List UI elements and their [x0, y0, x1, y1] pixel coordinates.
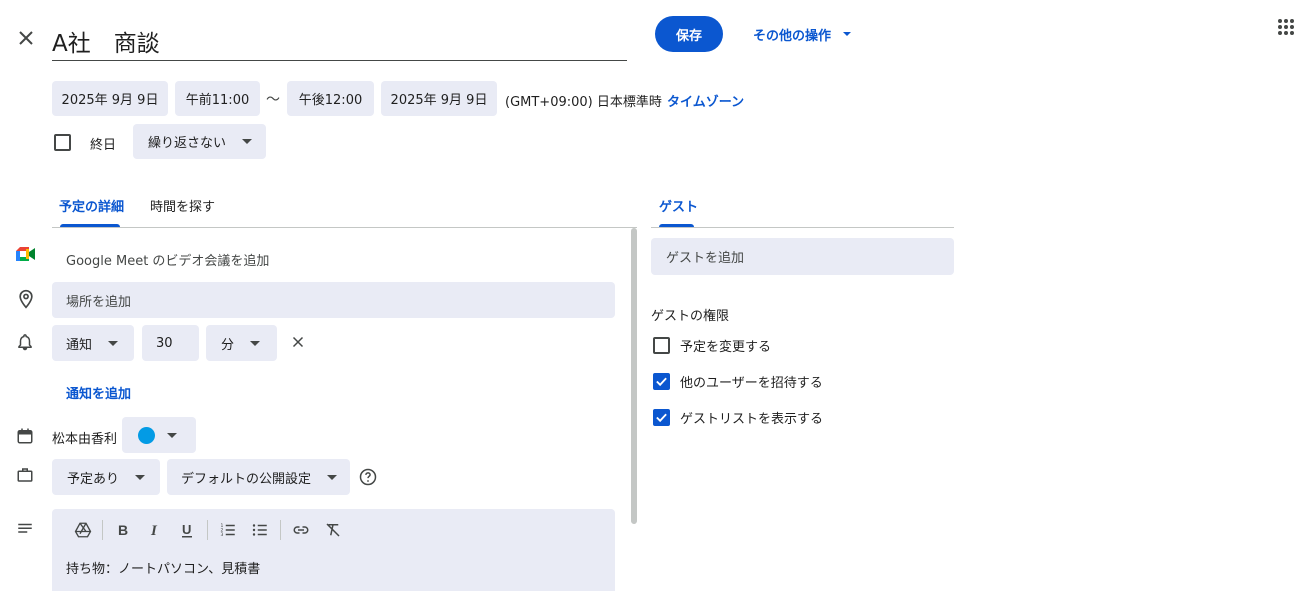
notification-amount-value: 30	[156, 335, 173, 351]
start-time-text: 午前11:00	[185, 93, 250, 108]
chevron-down-icon	[242, 139, 253, 144]
all-day-checkbox[interactable]	[54, 134, 71, 151]
add-notification-link[interactable]: 通知を追加	[66, 383, 131, 402]
notification-unit-dropdown[interactable]: 分	[206, 325, 277, 361]
start-date-field[interactable]: 2025年 9月 9日	[52, 81, 168, 116]
apps-grid-icon[interactable]	[1276, 17, 1296, 37]
event-title-input[interactable]: A社 商談	[52, 22, 627, 61]
clear-formatting-icon[interactable]	[321, 518, 345, 542]
add-guest-placeholder: ゲストを追加	[666, 251, 745, 266]
end-time-field[interactable]: 午後12:00	[287, 81, 374, 116]
tab-event-details-label: 予定の詳細	[59, 200, 125, 215]
tab-find-time-label: 時間を探す	[150, 200, 216, 215]
save-button-label: 保存	[675, 28, 702, 44]
availability-dropdown[interactable]: 予定あり	[52, 459, 160, 495]
end-date-text: 2025年 9月 9日	[390, 93, 488, 108]
drive-attach-icon[interactable]	[71, 518, 95, 542]
visibility-value: デフォルトの公開設定	[181, 471, 312, 487]
underline-icon[interactable]: U	[175, 518, 199, 542]
svg-text:U: U	[182, 522, 191, 537]
permission-invite-checkbox[interactable]	[653, 373, 670, 390]
add-guest-input[interactable]: ゲストを追加	[651, 238, 954, 275]
end-date-field[interactable]: 2025年 9月 9日	[381, 81, 497, 116]
svg-text:I: I	[150, 523, 158, 538]
timezone-link[interactable]: タイムゾーン	[667, 91, 744, 110]
google-meet-icon	[16, 247, 36, 265]
svg-text:3: 3	[221, 532, 224, 538]
bold-icon[interactable]: B	[111, 518, 135, 542]
numbered-list-icon[interactable]: 123	[216, 518, 240, 542]
remove-notification-icon[interactable]	[289, 333, 307, 351]
description-text: 持ち物：ノートパソコン、見積書	[66, 562, 261, 577]
all-day-label: 終日	[90, 138, 117, 153]
permission-modify-checkbox[interactable]	[653, 337, 670, 354]
notification-unit-value: 分	[221, 337, 235, 353]
add-meet-link[interactable]: Google Meet のビデオ会議を追加	[66, 250, 269, 269]
svg-text:B: B	[118, 522, 128, 538]
toolbar-divider	[102, 520, 103, 540]
tabs-divider	[52, 227, 637, 228]
tab-event-details[interactable]: 予定の詳細	[52, 188, 128, 228]
checkmark-icon	[656, 377, 667, 387]
help-icon[interactable]	[359, 468, 377, 486]
time-separator: ～	[266, 92, 280, 108]
briefcase-icon	[16, 466, 34, 484]
location-pin-icon	[16, 289, 36, 309]
more-actions-label: その他の操作	[753, 28, 832, 44]
description-icon	[16, 520, 34, 538]
repeat-value: 繰り返さない	[148, 136, 227, 151]
chevron-down-icon	[135, 474, 146, 480]
details-scrollbar[interactable]	[631, 228, 637, 524]
chevron-down-icon	[327, 474, 338, 480]
start-date-text: 2025年 9月 9日	[61, 93, 159, 108]
permission-modify-label: 予定を変更する	[680, 340, 772, 355]
end-time-text: 午後12:00	[298, 93, 363, 108]
chevron-down-icon	[108, 340, 119, 346]
location-input[interactable]: 場所を追加	[52, 282, 615, 318]
permission-see-list-checkbox[interactable]	[653, 409, 670, 426]
tab-guests[interactable]: ゲスト	[651, 188, 703, 228]
permission-invite-label: 他のユーザーを招待する	[680, 376, 823, 391]
bulleted-list-icon[interactable]	[248, 518, 272, 542]
timezone-text: (GMT+09:00) 日本標準時	[505, 95, 662, 110]
save-button[interactable]: 保存	[655, 16, 723, 52]
guest-permissions-title: ゲストの権限	[651, 309, 730, 324]
close-icon[interactable]	[14, 26, 38, 50]
checkmark-icon	[656, 413, 667, 423]
more-actions-button[interactable]: その他の操作	[746, 20, 856, 48]
toolbar-divider	[280, 520, 281, 540]
start-time-field[interactable]: 午前11:00	[175, 81, 260, 116]
location-placeholder: 場所を追加	[66, 294, 132, 310]
guests-divider	[651, 227, 954, 228]
calendar-icon	[16, 427, 34, 445]
notification-type-value: 通知	[66, 337, 93, 353]
chevron-down-icon	[843, 32, 852, 36]
permission-see-list-label: ゲストリストを表示する	[680, 412, 824, 427]
repeat-dropdown[interactable]: 繰り返さない	[133, 124, 266, 159]
tab-guests-label: ゲスト	[659, 200, 699, 215]
notification-type-dropdown[interactable]: 通知	[52, 325, 134, 361]
calendar-color-dropdown[interactable]	[122, 417, 196, 453]
calendar-owner-name: 松本由香利	[52, 432, 118, 447]
bell-icon	[16, 333, 34, 351]
tab-find-time[interactable]: 時間を探す	[143, 188, 223, 228]
availability-value: 予定あり	[67, 471, 120, 487]
chevron-down-icon	[167, 432, 177, 438]
calendar-color-swatch	[138, 426, 155, 444]
chevron-down-icon	[250, 340, 261, 346]
visibility-dropdown[interactable]: デフォルトの公開設定	[167, 459, 350, 495]
event-title-text: A社 商談	[52, 31, 160, 57]
link-icon[interactable]	[289, 518, 313, 542]
italic-icon[interactable]: I	[143, 518, 167, 542]
toolbar-divider	[207, 520, 208, 540]
notification-amount-input[interactable]: 30	[142, 325, 199, 361]
